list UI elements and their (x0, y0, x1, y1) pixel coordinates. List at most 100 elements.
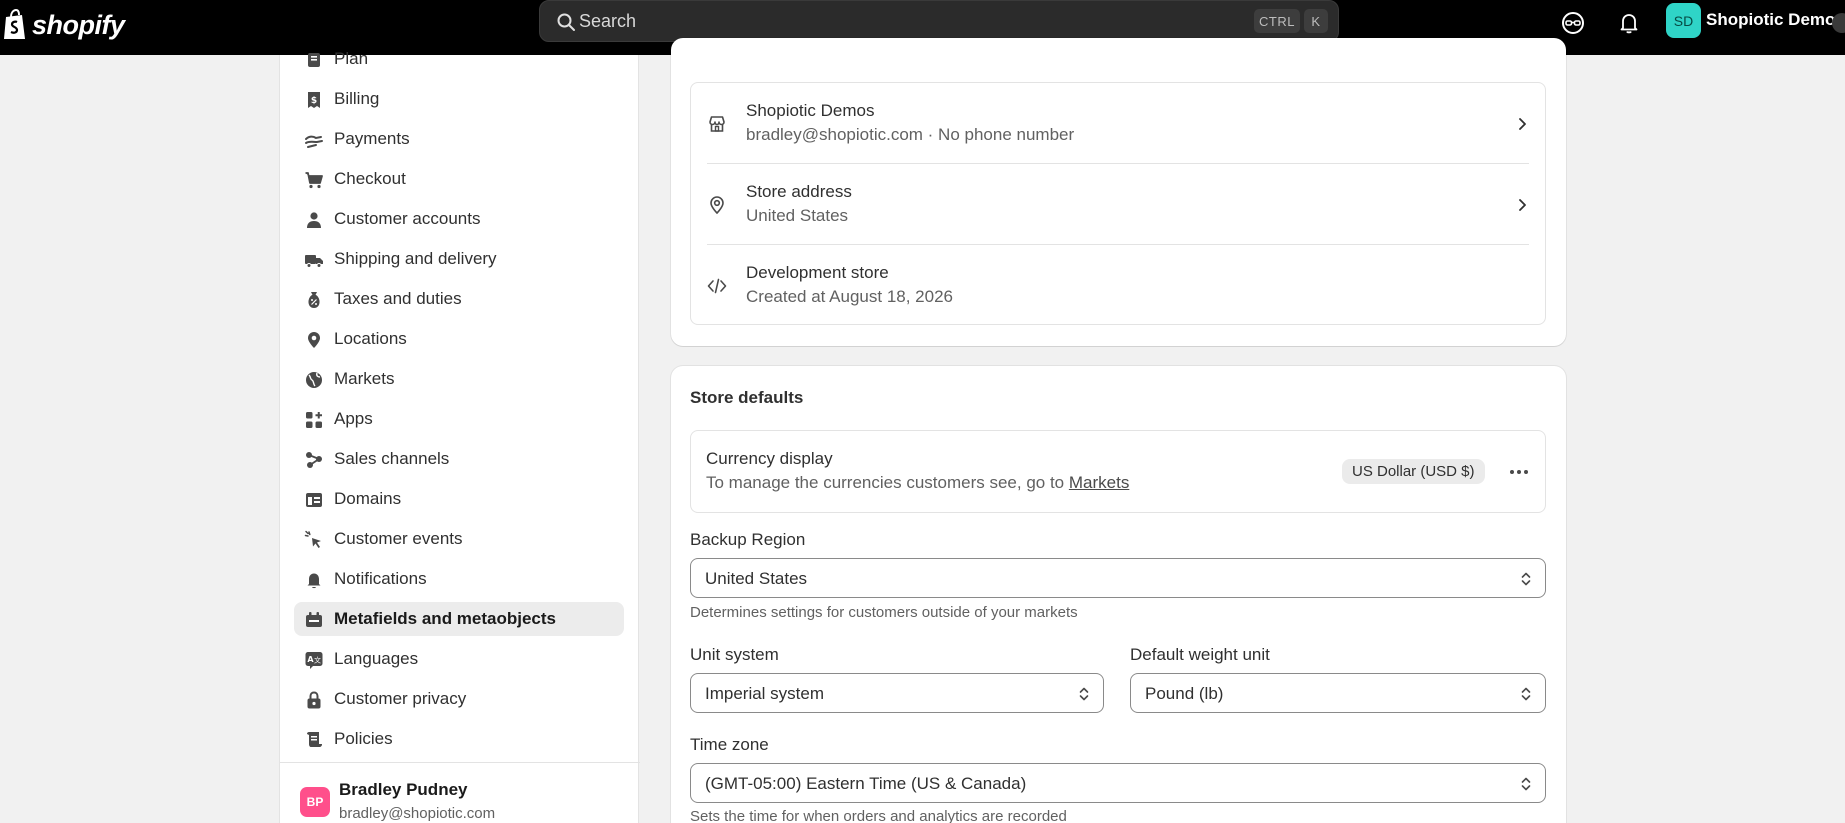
apps-icon (306, 412, 322, 428)
sidebar-item-notifications[interactable]: Notifications (294, 562, 624, 596)
unit-system-label: Unit system (690, 645, 779, 664)
settings-sidebar: Plan $ Billing Payments Checkout Customer acc… (279, 49, 640, 823)
store-avatar[interactable]: SD (1666, 3, 1701, 38)
sidebar-item-label: Shipping and delivery (334, 249, 497, 268)
code-icon (707, 278, 727, 294)
shortcut-ctrl-key: CTRL (1254, 9, 1300, 33)
store-contact-subtitle: bradley@shopiotic.com · No phone number (746, 125, 1075, 144)
currency-display-subtitle: To manage the currencies customers see, … (706, 473, 1129, 493)
store-address-title: Store address (746, 182, 852, 201)
store-name-title: Shopiotic Demos (746, 101, 875, 120)
sidebar-item-checkout[interactable]: Checkout (294, 162, 624, 196)
truck-icon (305, 255, 323, 268)
sidebar-item-billing[interactable]: $ Billing (294, 82, 624, 116)
store-address-subtitle: United States (746, 206, 849, 225)
sidebar-item-label: Plan (334, 49, 369, 68)
sidebar-item-payments[interactable]: Payments (294, 122, 624, 156)
unit-system-value: Imperial system (705, 684, 825, 703)
sidebar-item-customer-accounts[interactable]: Customer accounts (294, 202, 624, 236)
sales-channels-icon (306, 452, 322, 468)
select-arrows-icon (1521, 777, 1531, 791)
development-store-row: Development store Created at August 18, … (691, 245, 1547, 326)
backup-region-select[interactable]: United States (690, 558, 1546, 598)
development-store-subtitle: Created at August 18, 2026 (746, 287, 953, 306)
policies-icon (307, 732, 322, 747)
sidebar-item-domains[interactable]: Domains (294, 482, 624, 516)
sidebar-item-label: Metafields and metaobjects (334, 609, 557, 628)
sidebar-item-apps[interactable]: Apps (294, 402, 624, 436)
sidebar-item-policies[interactable]: Policies (294, 722, 624, 756)
select-arrows-icon (1079, 687, 1089, 701)
sidebar-item-label: Languages (334, 649, 419, 668)
sidebar-item-label: Payments (334, 129, 410, 148)
chevron-right-icon (1519, 118, 1526, 130)
globe-icon (306, 372, 322, 388)
time-zone-select[interactable]: (GMT-05:00) Eastern Time (US & Canada) (690, 763, 1546, 803)
location-pin-icon (710, 196, 724, 215)
markets-link[interactable]: Markets (1069, 473, 1129, 492)
weight-unit-value: Pound (lb) (1145, 684, 1224, 703)
sidebar-item-label: Markets (334, 369, 395, 388)
billing-icon: $ (308, 92, 320, 108)
store-name[interactable]: Shopiotic Demos (1706, 10, 1845, 30)
search-bar[interactable]: Search CTRL K (539, 0, 1339, 42)
domains-icon (306, 493, 322, 507)
development-store-title: Development store (746, 263, 889, 282)
sidebar-item-label: Billing (334, 89, 380, 108)
sidebar-item-sales-channels[interactable]: Sales channels (294, 442, 624, 476)
search-icon (557, 13, 575, 31)
sidebar-item-locations[interactable]: Locations (294, 322, 624, 356)
notifications-bell-icon[interactable] (1616, 10, 1642, 36)
cart-icon (305, 172, 323, 189)
plan-icon (308, 53, 320, 67)
user-name[interactable]: Bradley Pudney (339, 780, 468, 800)
sidebar-item-label: Apps (334, 409, 373, 428)
unit-system-select[interactable]: Imperial system (690, 673, 1104, 713)
sidebar-item-label: Locations (334, 329, 407, 348)
backup-region-help: Determines settings for customers outsid… (690, 604, 1078, 621)
sidebar-item-label: Notifications (334, 569, 427, 588)
more-horizontal-icon[interactable] (1507, 463, 1531, 481)
select-arrows-icon (1521, 572, 1531, 586)
sidebar-item-taxes-and-duties[interactable]: Taxes and duties (294, 282, 624, 316)
sidebar-item-plan[interactable]: Plan (294, 42, 624, 76)
sidebar-item-label: Domains (334, 489, 402, 508)
cursor-click-icon (304, 530, 321, 548)
currency-subtitle-text: To manage the currencies customers see, … (706, 473, 1069, 492)
shopify-bag-icon (4, 9, 25, 39)
sidebar-item-languages[interactable]: A 文 Languages (294, 642, 624, 676)
weight-unit-label: Default weight unit (1130, 645, 1270, 664)
sidebar-item-label: Sales channels (334, 449, 450, 468)
shopify-logo[interactable]: shopify (2, 9, 125, 41)
sidebar-item-label: Customer events (334, 529, 463, 548)
sidebar-item-label: Taxes and duties (334, 289, 462, 308)
time-zone-label: Time zone (690, 735, 769, 754)
store-menu-indicator[interactable] (1832, 13, 1845, 33)
sidebar-item-markets[interactable]: Markets (294, 362, 624, 396)
store-address-row[interactable]: Store address United States (691, 164, 1547, 245)
sidebar-item-label: Checkout (334, 169, 406, 188)
store-profile-list: Shopiotic Demos bradley@shopiotic.com · … (690, 82, 1546, 325)
sidebar-item-metafields-and-metaobjects[interactable]: Metafields and metaobjects (294, 602, 624, 636)
weight-unit-select[interactable]: Pound (lb) (1130, 673, 1546, 713)
sidebar-item-customer-events[interactable]: Customer events (294, 522, 624, 556)
sidebar-item-label: Customer privacy (334, 689, 467, 708)
store-defaults-title: Store defaults (690, 388, 804, 407)
store-icon (709, 116, 725, 132)
location-pin-icon (308, 332, 320, 348)
store-defaults-card: Store defaults Currency display To manag… (671, 366, 1566, 823)
store-profile-card: Shopiotic Demos bradley@shopiotic.com · … (671, 38, 1566, 346)
sidebar-divider (280, 762, 640, 763)
sidebar-item-shipping-and-delivery[interactable]: Shipping and delivery (294, 242, 624, 276)
currency-badge: US Dollar (USD $) (1342, 459, 1485, 484)
shortcut-k-key: K (1304, 9, 1328, 33)
time-zone-value: (GMT-05:00) Eastern Time (US & Canada) (705, 774, 1027, 793)
incognito-glasses-icon[interactable] (1560, 10, 1586, 36)
metafields-icon (306, 612, 322, 627)
store-details-row[interactable]: Shopiotic Demos bradley@shopiotic.com · … (691, 83, 1547, 164)
user-avatar[interactable]: BP (300, 787, 330, 817)
languages-icon: A文 (305, 652, 323, 669)
sidebar-item-customer-privacy[interactable]: Customer privacy (294, 682, 624, 716)
chevron-right-icon (1519, 199, 1526, 211)
search-placeholder: Search (579, 11, 637, 31)
